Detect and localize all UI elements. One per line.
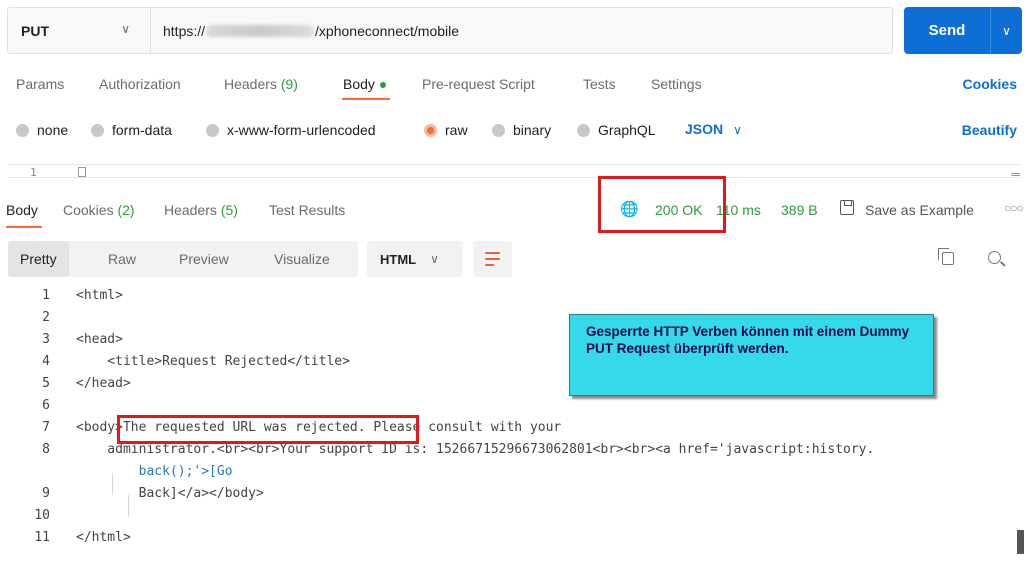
response-language-select[interactable]: HTML ∨ (367, 241, 463, 277)
highlight-box-rejected (117, 415, 419, 444)
code-line: 1 <html> (42, 288, 123, 303)
radio-none[interactable]: none (16, 122, 68, 138)
method-label: PUT (21, 22, 49, 39)
chevron-down-icon[interactable]: ∨ (991, 24, 1022, 38)
code-line: 9 Back]</a></body> (42, 486, 264, 501)
tab-tests[interactable]: Tests (583, 76, 616, 92)
request-url-bar: PUT ∨ https:// /xphoneconnect/mobile (7, 7, 893, 54)
chevron-down-icon: ∨ (121, 22, 130, 36)
request-body-editor[interactable]: 1 ═ (8, 164, 1020, 181)
more-options-icon[interactable]: ○○○ (1004, 201, 1024, 215)
tab-response-headers[interactable]: Headers (5) (164, 202, 238, 218)
cookies-link[interactable]: Cookies (963, 76, 1017, 92)
beautify-button[interactable]: Beautify (962, 122, 1017, 138)
body-format-select[interactable]: JSON ∨ (685, 121, 742, 137)
wrap-lines-button[interactable] (473, 241, 512, 277)
tab-test-results[interactable]: Test Results (269, 202, 345, 218)
view-visualize[interactable]: Visualize (274, 241, 330, 277)
chevron-down-icon: ∨ (430, 252, 439, 266)
tab-pre-request-script[interactable]: Pre-request Script (422, 76, 535, 92)
view-mode-bar: Pretty Raw Preview Visualize (8, 241, 358, 277)
radio-binary[interactable]: binary (492, 122, 551, 138)
wrap-lines-icon (485, 252, 500, 254)
tab-response-body[interactable]: Body (6, 202, 38, 218)
tab-body[interactable]: Body (343, 76, 386, 92)
redacted-host (206, 24, 315, 37)
url-input[interactable]: https:// /xphoneconnect/mobile (151, 23, 459, 39)
save-icon (840, 200, 854, 215)
chevron-down-icon: ∨ (733, 123, 742, 137)
code-line: back();'>[Go (76, 464, 233, 479)
radio-graphql[interactable]: GraphQL (577, 122, 656, 138)
url-prefix: https:// (163, 22, 206, 39)
request-tabs: Params Authorization Headers (9) Body Pr… (0, 74, 1029, 98)
url-suffix: /xphoneconnect/mobile (315, 22, 460, 39)
method-select[interactable]: PUT ∨ (8, 8, 151, 53)
radio-raw[interactable]: raw (424, 122, 468, 138)
tab-response-cookies[interactable]: Cookies (2) (63, 202, 135, 218)
send-label: Send (928, 22, 966, 39)
line-number: 1 (30, 166, 37, 179)
modified-dot-icon (379, 82, 386, 89)
search-icon[interactable] (988, 251, 1001, 264)
active-response-tab-indicator (6, 226, 42, 228)
radio-form-data[interactable]: form-data (91, 122, 172, 138)
resize-handle[interactable]: ═ (1011, 167, 1020, 181)
tab-params[interactable]: Params (16, 76, 64, 92)
view-preview[interactable]: Preview (179, 241, 229, 277)
code-line: 10 (34, 508, 50, 523)
annotation-callout: Gesperrte HTTP Verben können mit einem D… (569, 314, 934, 396)
copy-icon[interactable] (938, 248, 954, 265)
highlight-box-status (598, 176, 726, 233)
send-button[interactable]: Send ∨ (904, 7, 1022, 54)
view-raw[interactable]: Raw (108, 241, 136, 277)
tab-settings[interactable]: Settings (651, 76, 702, 92)
code-line: 11 </html> (34, 530, 131, 545)
view-pretty[interactable]: Pretty (8, 241, 69, 277)
code-line: 8 administrator.<br><br>Your support ID … (42, 442, 875, 457)
tab-authorization[interactable]: Authorization (99, 76, 181, 92)
scrollbar[interactable] (1017, 530, 1024, 554)
tab-headers[interactable]: Headers (9) (224, 76, 298, 92)
response-size[interactable]: 389 B (781, 202, 818, 218)
save-as-example-button[interactable]: Save as Example (865, 202, 974, 218)
body-type-radios: none form-data x-www-form-urlencoded raw… (0, 119, 1029, 143)
text-cursor (78, 167, 86, 177)
active-tab-indicator (342, 98, 390, 100)
radio-x-www-form-urlencoded[interactable]: x-www-form-urlencoded (206, 122, 376, 138)
